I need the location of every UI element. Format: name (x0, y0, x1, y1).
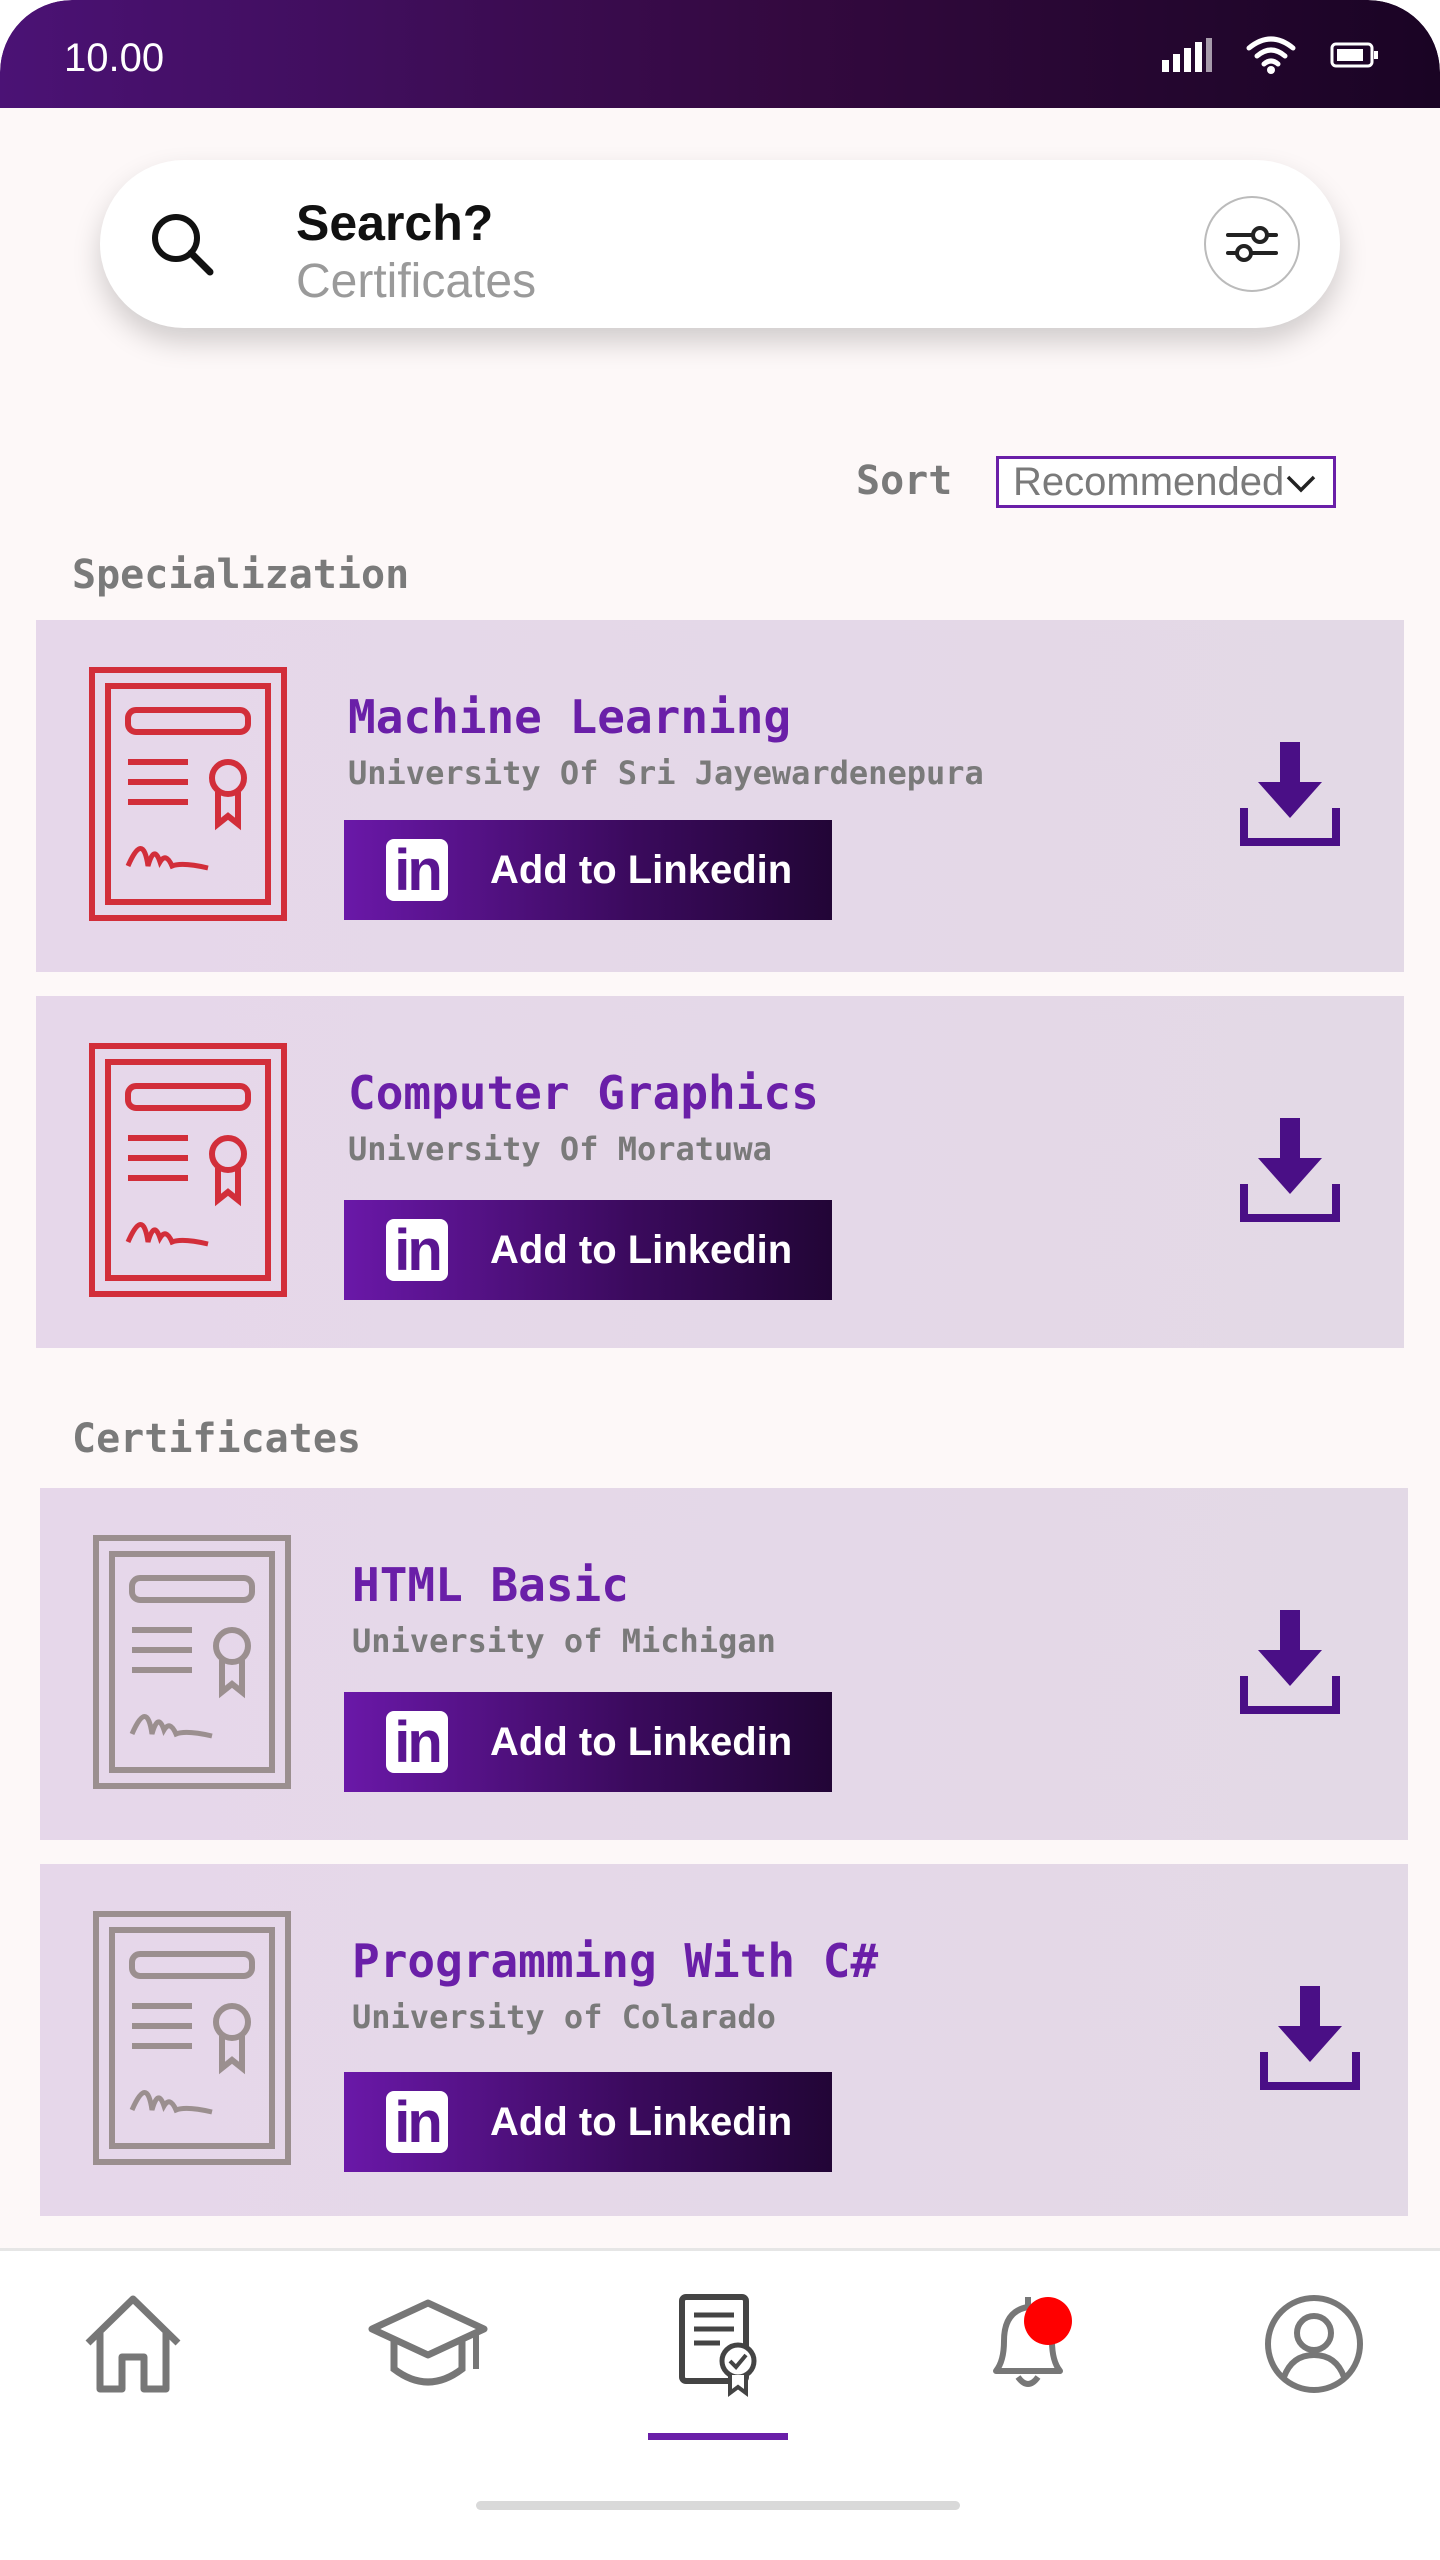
status-time: 10.00 (64, 36, 165, 80)
add-to-linkedin-label: Add to Linkedin (490, 847, 793, 892)
download-icon[interactable] (1240, 1114, 1340, 1222)
status-icons (1162, 36, 1380, 74)
notification-badge (1024, 2297, 1072, 2345)
home-indicator (476, 2501, 960, 2510)
add-to-linkedin-button[interactable]: in Add to Linkedin (344, 1200, 832, 1300)
search-placeholder[interactable]: Certificates (296, 254, 536, 309)
add-to-linkedin-label: Add to Linkedin (490, 1719, 793, 1764)
sort-selected-value: Recommended (1013, 459, 1285, 504)
certificate-document-icon (89, 667, 287, 921)
bottom-navigation (0, 2248, 1440, 2560)
phone-screen: 10.00 Search? Certificates Sort Recommen… (0, 0, 1440, 2560)
certificate-card[interactable]: Programming With C# University of Colara… (40, 1864, 1408, 2216)
wifi-icon (1246, 36, 1296, 74)
card-title: Computer Graphics (348, 1066, 819, 1120)
certificate-document-icon (93, 1535, 291, 1789)
search-icon (152, 214, 214, 276)
bell-icon[interactable] (978, 2291, 1088, 2397)
filter-button[interactable] (1204, 196, 1300, 292)
card-title: Machine Learning (348, 690, 792, 744)
card-university: University Of Moratuwa (348, 1130, 772, 1168)
status-bar: 10.00 (0, 0, 1440, 108)
certificate-card[interactable]: Machine Learning University Of Sri Jayew… (36, 620, 1404, 972)
add-to-linkedin-label: Add to Linkedin (490, 1227, 793, 1272)
section-label-specialization: Specialization (72, 552, 410, 598)
add-to-linkedin-button[interactable]: in Add to Linkedin (344, 1692, 832, 1792)
card-title: Programming With C# (352, 1934, 879, 1988)
sliders-icon (1226, 226, 1278, 262)
battery-icon (1330, 42, 1378, 68)
certificate-card[interactable]: HTML Basic University of Michigan in Add… (40, 1488, 1408, 1840)
sort-label: Sort (856, 458, 953, 504)
search-bar[interactable]: Search? Certificates (100, 160, 1340, 328)
add-to-linkedin-button[interactable]: in Add to Linkedin (344, 2072, 832, 2172)
profile-icon[interactable] (1262, 2291, 1366, 2397)
download-icon[interactable] (1240, 738, 1340, 846)
signal-icon (1162, 38, 1212, 72)
card-university: University of Michigan (352, 1622, 776, 1660)
certificate-document-icon (89, 1043, 287, 1297)
active-tab-indicator (648, 2433, 788, 2440)
add-to-linkedin-label: Add to Linkedin (490, 2099, 793, 2144)
card-university: University Of Sri Jayewardenepura (348, 754, 984, 792)
graduation-cap-icon[interactable] (368, 2291, 488, 2397)
home-icon[interactable] (80, 2291, 186, 2397)
card-university: University of Colarado (352, 1998, 776, 2036)
card-title: HTML Basic (352, 1558, 629, 1612)
section-label-certificates: Certificates (72, 1416, 361, 1462)
search-title: Search? (296, 195, 494, 251)
linkedin-icon: in (386, 1219, 448, 1281)
linkedin-icon: in (386, 2091, 448, 2153)
certificate-icon[interactable] (676, 2291, 766, 2397)
add-to-linkedin-button[interactable]: in Add to Linkedin (344, 820, 832, 920)
sort-dropdown[interactable]: Recommended (996, 456, 1336, 508)
certificate-document-icon (93, 1911, 291, 2165)
download-icon[interactable] (1240, 1606, 1340, 1714)
linkedin-icon: in (386, 839, 448, 901)
download-icon[interactable] (1260, 1982, 1360, 2090)
linkedin-icon: in (386, 1711, 448, 1773)
certificate-card[interactable]: Computer Graphics University Of Moratuwa… (36, 996, 1404, 1348)
chevron-down-icon (1286, 475, 1316, 493)
